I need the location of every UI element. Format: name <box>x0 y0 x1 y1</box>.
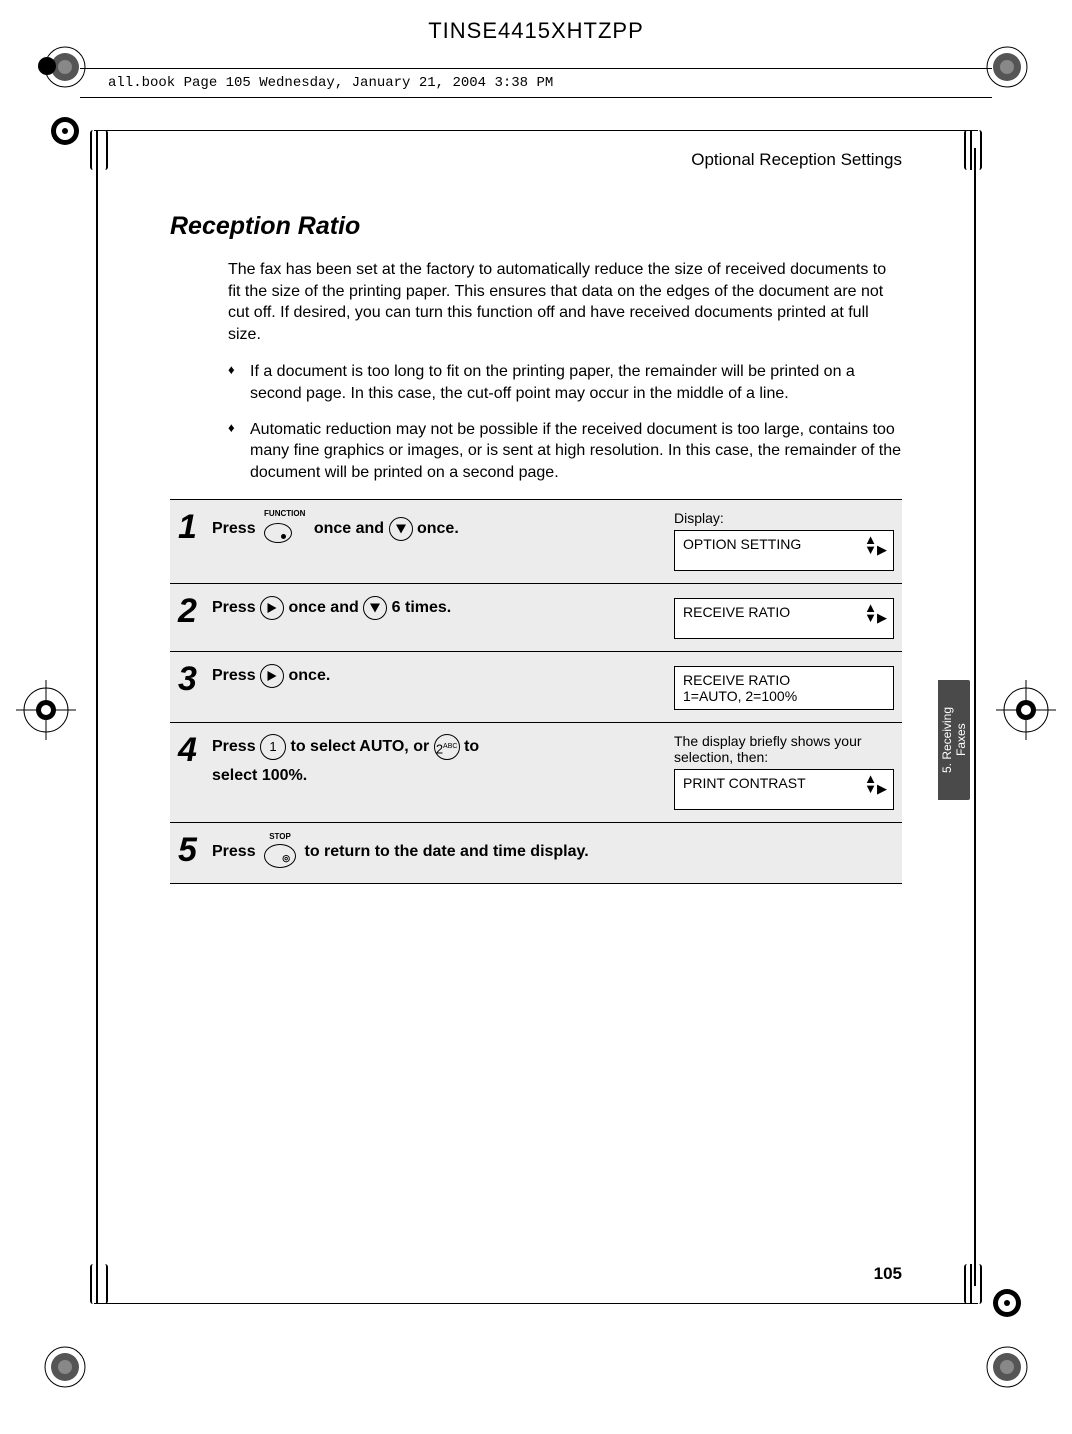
step-instruction: Press STOP to return to the date and tim… <box>212 833 674 871</box>
section-heading: Reception Ratio <box>170 212 902 241</box>
keypad-1-icon: 1 <box>260 734 286 760</box>
step-row: 1 Press FUNCTION once and once. Display:… <box>170 500 902 583</box>
step-instruction: Press once and 6 times. <box>212 594 674 623</box>
bullet-item: Automatic reduction may not be possible … <box>228 419 902 484</box>
step-number: 3 <box>178 662 212 696</box>
edge-register-left <box>16 680 76 740</box>
step-number: 5 <box>178 833 212 867</box>
lcd-display-box: RECEIVE RATIO 1=AUTO, 2=100% <box>674 666 894 710</box>
right-arrow-button-icon <box>260 664 284 688</box>
right-arrow-button-icon <box>260 596 284 620</box>
display-label: Display: <box>674 510 894 526</box>
crop-mark-bottom-left <box>40 1342 90 1392</box>
hinge-icon <box>90 1264 108 1304</box>
book-meta-text: all.book Page 105 Wednesday, January 21,… <box>98 75 553 91</box>
step-row: 2 Press once and 6 times. RECEIVE RATIO … <box>170 583 902 651</box>
keypad-2-icon: 2ABC <box>434 734 460 760</box>
lcd-display-box: PRINT CONTRAST ▲▼▶ <box>674 769 894 810</box>
step-instruction: Press once. <box>212 662 674 691</box>
edge-register-right <box>996 680 1056 740</box>
register-mark-top-left <box>42 108 88 154</box>
spine-line-right <box>974 148 976 1286</box>
lcd-display-box: RECEIVE RATIO ▲▼▶ <box>674 598 894 639</box>
header-code: TINSE4415XHTZPP <box>0 18 1072 44</box>
page: TINSE4415XHTZPP all.book Page 105 Wednes… <box>0 0 1072 1434</box>
bullet-item: If a document is too long to fit on the … <box>228 361 902 404</box>
step-row: 4 Press 1 to select AUTO, or 2ABC to sel… <box>170 722 902 822</box>
hinge-icon <box>964 1264 982 1304</box>
content-area: Optional Reception Settings Reception Ra… <box>170 150 902 1284</box>
lcd-display-box: OPTION SETTING ▲▼▶ <box>674 530 894 571</box>
step-row: 5 Press STOP to return to the date and t… <box>170 822 902 883</box>
nav-arrows-icon: ▲▼▶ <box>864 535 887 555</box>
down-arrow-button-icon <box>389 517 413 541</box>
spine-line-left <box>96 148 98 1286</box>
step-row: 3 Press once. RECEIVE RATIO 1=AUTO, 2=10… <box>170 651 902 722</box>
running-head: Optional Reception Settings <box>691 150 902 170</box>
hinge-icon <box>964 130 982 170</box>
spread-line-bottom <box>94 1303 978 1304</box>
register-mark-bottom-right <box>984 1280 1030 1326</box>
step-number: 1 <box>178 510 212 544</box>
step-instruction: Press FUNCTION once and once. <box>212 510 674 548</box>
page-number: 105 <box>874 1264 902 1284</box>
intro-paragraph: The fax has been set at the factory to a… <box>228 259 902 345</box>
steps-panel: 1 Press FUNCTION once and once. Display:… <box>170 499 902 884</box>
book-meta-bar: all.book Page 105 Wednesday, January 21,… <box>80 68 992 98</box>
nav-arrows-icon: ▲▼▶ <box>864 774 887 794</box>
display-note: The display briefly shows your selection… <box>674 733 894 765</box>
nav-arrows-icon: ▲▼▶ <box>864 603 887 623</box>
hinge-icon <box>90 130 108 170</box>
step-number: 2 <box>178 594 212 628</box>
down-arrow-button-icon <box>363 596 387 620</box>
crop-mark-bottom-right <box>982 1342 1032 1392</box>
spread-line-top <box>94 130 978 131</box>
function-button-icon: FUNCTION <box>264 510 305 548</box>
stop-button-icon: STOP <box>264 833 296 871</box>
step-instruction: Press 1 to select AUTO, or 2ABC to selec… <box>212 733 674 791</box>
step-number: 4 <box>178 733 212 767</box>
chapter-tab: 5. ReceivingFaxes <box>938 680 970 800</box>
